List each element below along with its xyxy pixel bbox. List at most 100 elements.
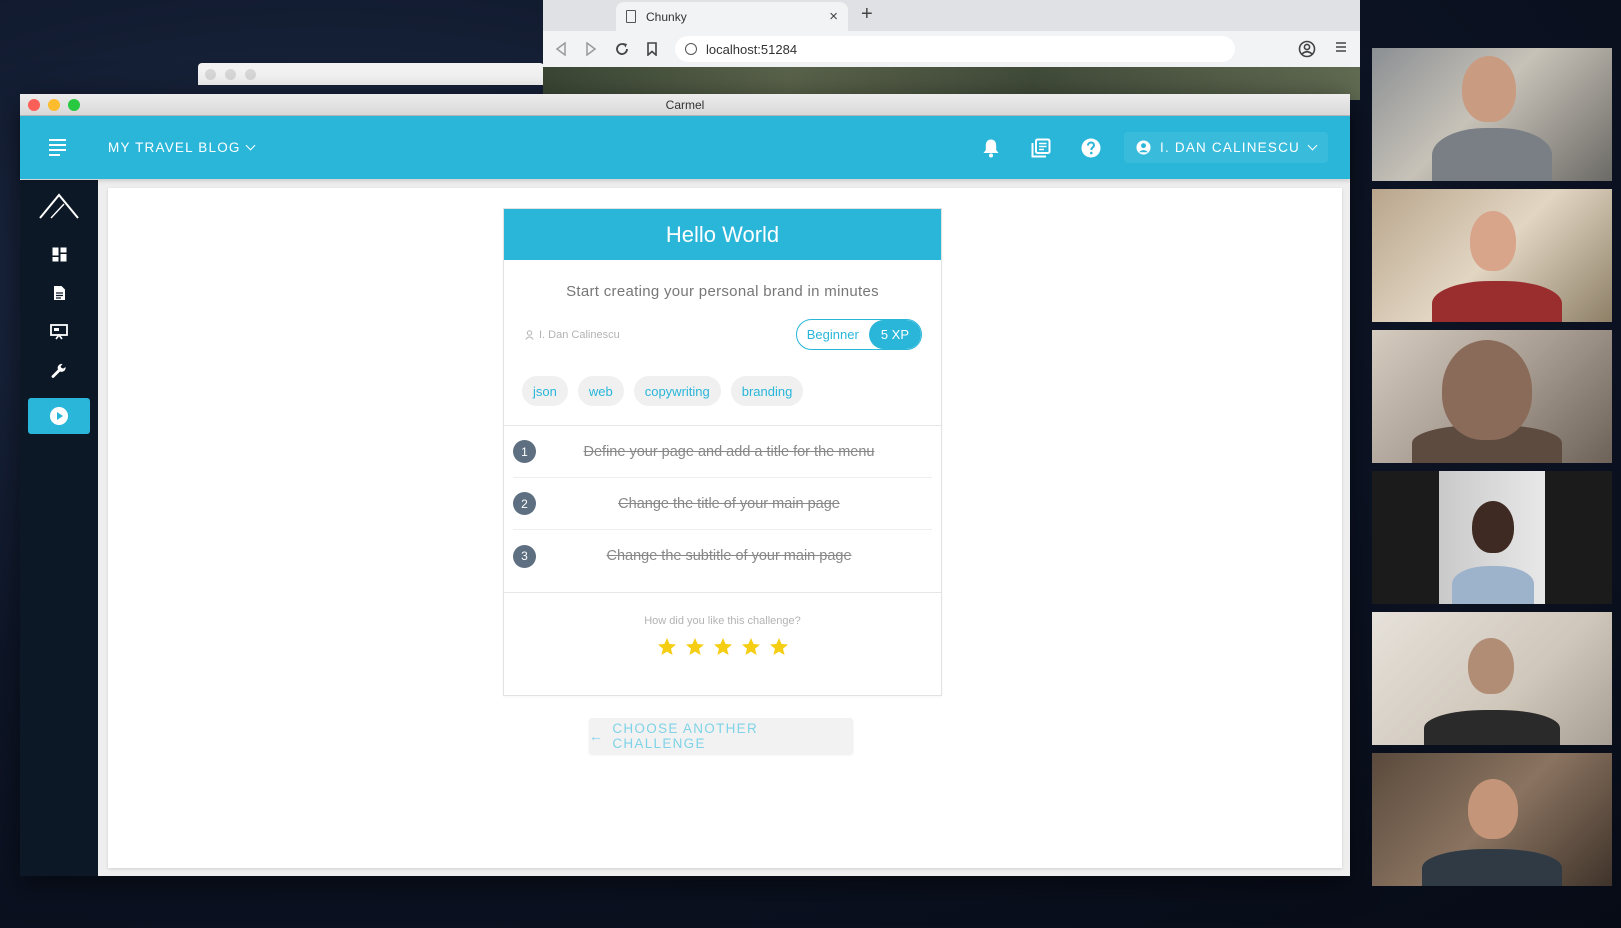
chevron-down-icon xyxy=(245,140,256,151)
challenge-title: Hello World xyxy=(504,209,941,260)
sidebar xyxy=(20,180,98,876)
choose-another-label: CHOOSE ANOTHER CHALLENGE xyxy=(612,721,759,751)
document-icon xyxy=(626,10,636,23)
window-dot xyxy=(245,69,256,80)
document-icon xyxy=(53,286,65,300)
participant-face xyxy=(1442,340,1532,440)
play-icon xyxy=(50,407,68,425)
tag-chip[interactable]: branding xyxy=(730,376,804,406)
challenge-card: Hello World Start creating your personal… xyxy=(503,208,942,696)
presentation-icon xyxy=(50,324,68,340)
participant-body xyxy=(1422,849,1562,886)
star-icon[interactable] xyxy=(769,637,789,657)
profile-icon[interactable] xyxy=(1298,40,1316,58)
globe-icon xyxy=(685,43,697,55)
browser-menu-icon[interactable] xyxy=(1334,40,1348,54)
challenge-meta: I. Dan Calinescu Beginner 5 XP xyxy=(504,319,941,350)
video-participant-tile[interactable] xyxy=(1372,330,1612,463)
dashboard-icon xyxy=(52,247,66,261)
sidebar-item-tools[interactable] xyxy=(28,353,90,389)
bell-icon xyxy=(983,139,999,157)
challenge-subtitle: Start creating your personal brand in mi… xyxy=(566,283,879,300)
challenge-author: I. Dan Calinescu xyxy=(525,329,620,341)
level-badge: Beginner 5 XP xyxy=(795,319,922,350)
video-participant-tile[interactable] xyxy=(1372,753,1612,886)
window-title: Carmel xyxy=(665,98,705,112)
step-item[interactable]: 3 Change the subtitle of your main page xyxy=(513,530,932,582)
step-text: Change the title of your main page xyxy=(618,495,840,512)
tag-chip[interactable]: json xyxy=(522,376,568,406)
window-minimize-button[interactable] xyxy=(48,99,60,111)
step-number: 1 xyxy=(513,440,536,463)
participant-body xyxy=(1424,710,1560,745)
step-text: Change the subtitle of your main page xyxy=(606,548,852,564)
browser-right-icons xyxy=(1298,40,1348,58)
star-icon[interactable] xyxy=(713,637,733,657)
tag-list: json web copywriting branding xyxy=(504,376,941,406)
menu-icon[interactable] xyxy=(49,139,66,156)
participant-body xyxy=(1452,566,1534,604)
participant-face xyxy=(1472,501,1514,553)
url-text: localhost:51284 xyxy=(706,41,798,57)
participant-body xyxy=(1432,281,1562,322)
carmel-logo-icon xyxy=(39,193,79,219)
star-icon[interactable] xyxy=(685,637,705,657)
notifications-button[interactable] xyxy=(966,138,1016,158)
step-list: 1 Define your page and add a title for t… xyxy=(504,425,941,582)
window-maximize-button[interactable] xyxy=(68,99,80,111)
video-participant-tile[interactable] xyxy=(1372,48,1612,181)
video-participant-tile[interactable] xyxy=(1372,189,1612,322)
app-bar: MY TRAVEL BLOG I. DAN CALINESCU xyxy=(20,116,1350,179)
tag-chip[interactable]: web xyxy=(577,376,624,406)
browser-window: Chunky × + localhost:51284 xyxy=(543,0,1360,100)
close-tab-icon[interactable]: × xyxy=(829,8,838,25)
tag-chip[interactable]: copywriting xyxy=(633,376,721,406)
step-item[interactable]: 2 Change the title of your main page xyxy=(513,478,932,530)
video-participant-tile[interactable] xyxy=(1372,612,1612,745)
rating-question: How did you like this challenge? xyxy=(644,615,801,627)
user-menu[interactable]: I. DAN CALINESCU xyxy=(1124,132,1328,163)
bookmark-icon[interactable] xyxy=(647,42,657,56)
blog-selector[interactable]: MY TRAVEL BLOG xyxy=(108,140,256,155)
level-label: Beginner xyxy=(806,327,859,342)
browser-toolbar: localhost:51284 xyxy=(543,31,1360,67)
participant-face xyxy=(1470,211,1516,271)
library-button[interactable] xyxy=(1016,138,1066,158)
chevron-down-icon xyxy=(1307,140,1318,151)
choose-another-challenge-button[interactable]: ← CHOOSE ANOTHER CHALLENGE xyxy=(589,718,853,754)
participant-body xyxy=(1432,128,1552,181)
main-content: Hello World Start creating your personal… xyxy=(98,180,1350,876)
address-bar[interactable]: localhost:51284 xyxy=(675,36,1235,62)
star-icon[interactable] xyxy=(741,637,761,657)
sidebar-item-challenges[interactable] xyxy=(28,398,90,434)
window-titlebar: Carmel xyxy=(20,94,1350,116)
star-rating xyxy=(504,637,941,657)
forward-icon[interactable] xyxy=(585,42,597,56)
video-participant-tile[interactable] xyxy=(1372,471,1612,604)
sidebar-item-dashboard[interactable] xyxy=(28,236,90,272)
step-number: 2 xyxy=(513,492,536,515)
sidebar-item-documents[interactable] xyxy=(28,275,90,311)
star-icon[interactable] xyxy=(657,637,677,657)
library-icon xyxy=(1031,138,1051,157)
sidebar-item-presentations[interactable] xyxy=(28,314,90,350)
rating-section: How did you like this challenge? xyxy=(504,592,941,657)
blog-name: MY TRAVEL BLOG xyxy=(108,140,241,155)
account-icon xyxy=(1136,140,1151,155)
background-window xyxy=(198,63,544,85)
back-icon[interactable] xyxy=(555,42,567,56)
new-tab-icon[interactable]: + xyxy=(861,3,873,26)
window-close-button[interactable] xyxy=(28,99,40,111)
help-icon xyxy=(1081,138,1101,157)
content-area: Hello World Start creating your personal… xyxy=(20,180,1350,876)
step-item[interactable]: 1 Define your page and add a title for t… xyxy=(513,426,932,478)
help-button[interactable] xyxy=(1066,138,1116,158)
window-dot xyxy=(205,69,216,80)
xp-label: 5 XP xyxy=(868,320,921,349)
arrow-left-icon: ← xyxy=(589,728,605,744)
author-name: I. Dan Calinescu xyxy=(539,328,620,341)
step-number: 3 xyxy=(513,544,536,568)
browser-tab[interactable]: Chunky × xyxy=(616,2,848,31)
person-icon xyxy=(525,329,534,340)
reload-icon[interactable] xyxy=(615,42,629,56)
